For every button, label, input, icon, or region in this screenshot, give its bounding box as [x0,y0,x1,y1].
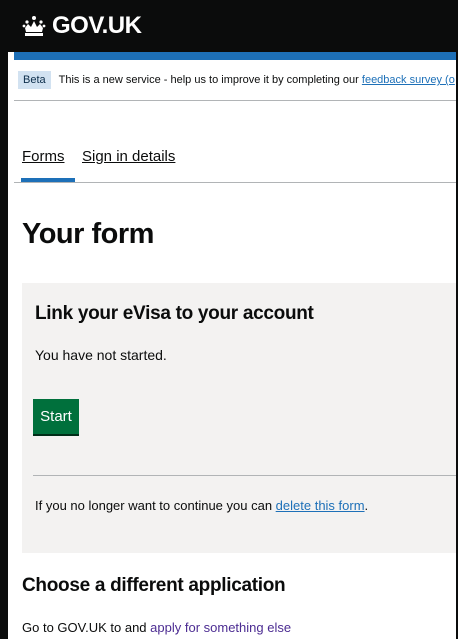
form-status: You have not started. [35,347,167,363]
govuk-logo-text: GOV.UK [52,12,142,39]
page: GOV.UK Beta This is a new service - help… [0,0,458,639]
different-application-message: Go to GOV.UK to and [22,620,151,635]
start-button[interactable]: Start [33,399,79,434]
page-title: Your form [22,218,154,250]
different-application-heading: Choose a different application [22,575,286,596]
govuk-header: GOV.UK [0,0,458,52]
tab-forms[interactable]: Forms [22,148,65,165]
form-panel: Link your eVisa to your account You have… [22,283,458,553]
apply-something-else-link[interactable]: apply for something else [150,620,291,635]
govuk-logo-link[interactable]: GOV.UK [22,12,142,40]
panel-divider [33,475,458,476]
tab-sign-in-details[interactable]: Sign in details [82,148,175,165]
form-heading: Link your eVisa to your account [35,303,314,324]
delete-form-message: If you no longer want to continue you ca… [35,498,276,513]
delete-form-period: . [364,498,369,513]
header-accent-bar [14,52,458,60]
phase-banner-message: This is a new service - help us to impro… [58,74,362,86]
phase-banner: Beta This is a new service - help us to … [14,60,458,101]
left-frame-edge [0,0,8,639]
delete-form-link[interactable]: delete this form [276,498,365,513]
beta-tag: Beta [18,71,51,89]
different-application-text: Go to GOV.UK to and apply for something … [22,620,291,635]
delete-form-text: If you no longer want to continue you ca… [35,498,368,513]
crown-icon [22,16,46,36]
active-tab-indicator [21,178,75,182]
account-tabs: Forms Sign in details [14,148,458,183]
phase-banner-text: This is a new service - help us to impro… [59,74,455,86]
feedback-survey-link[interactable]: feedback survey (o [362,74,455,86]
